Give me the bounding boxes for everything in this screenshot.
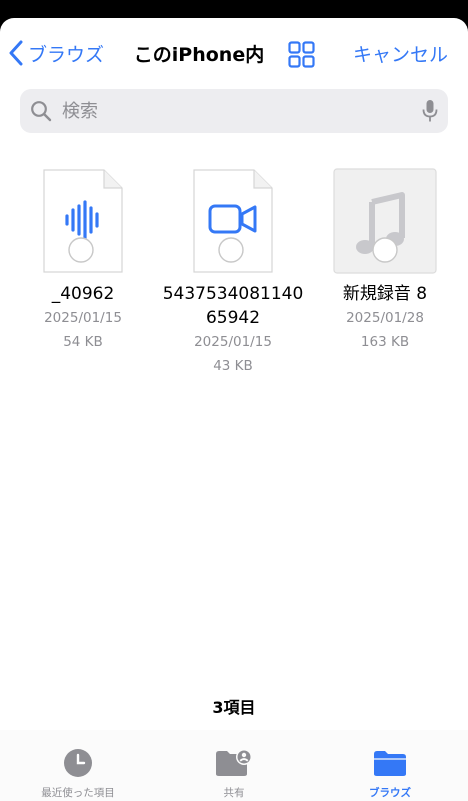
shared-folder-icon (216, 749, 252, 776)
tab-shared[interactable]: 共有 (156, 746, 312, 800)
music-note-icon (333, 168, 437, 274)
search-input[interactable] (60, 99, 422, 123)
file-item[interactable]: _40962 2025/01/15 54 KB (8, 168, 158, 354)
file-thumbnail (333, 168, 437, 274)
video-camera-icon (193, 169, 273, 273)
folder-icon (374, 751, 406, 776)
file-date: 2025/01/15 (44, 310, 122, 326)
tab-recents[interactable]: 最近使った項目 (0, 746, 156, 800)
back-button[interactable]: ブラウズ (8, 38, 104, 68)
grid-icon (288, 41, 315, 68)
document-picker-sheet: ブラウズ このiPhone内 キャンセル 検索 _40962 2025/01/1… (0, 18, 468, 801)
tab-label: 共有 (223, 787, 245, 799)
file-date: 2025/01/15 (194, 334, 272, 350)
cancel-button[interactable]: キャンセル (353, 40, 448, 67)
file-thumbnail (42, 168, 124, 274)
search-bar[interactable] (20, 89, 448, 133)
item-count: 3項目 (212, 698, 256, 717)
tab-label: ブラウズ (369, 787, 411, 799)
microphone-icon[interactable] (422, 99, 438, 123)
file-item[interactable]: 543753408114065942 2025/01/15 43 KB (158, 168, 308, 378)
file-name: _40962 (51, 284, 115, 304)
audio-waveform-icon (43, 169, 123, 273)
file-size: 54 KB (63, 334, 103, 350)
file-date: 2025/01/28 (346, 310, 424, 326)
file-size: 163 KB (360, 334, 410, 350)
file-size: 43 KB (213, 358, 253, 374)
tab-label: 最近使った項目 (41, 787, 115, 799)
grid-view-button[interactable] (288, 41, 315, 68)
file-name: 543753408114065942 (162, 284, 304, 328)
page-title: このiPhone内 (133, 44, 265, 66)
search-icon (31, 101, 52, 122)
navigation-bar: ブラウズ このiPhone内 キャンセル (0, 18, 468, 88)
tab-bar: 最近使った項目 共有 ブラウズ (0, 730, 468, 801)
file-name: 新規録音 8 (342, 284, 428, 304)
clock-icon (64, 749, 92, 777)
file-item[interactable]: 新規録音 8 2025/01/28 163 KB (310, 168, 460, 354)
chevron-left-icon (9, 40, 23, 66)
file-thumbnail (192, 168, 274, 274)
back-button-label: ブラウズ (28, 43, 105, 66)
tab-browse[interactable]: ブラウズ (312, 746, 468, 800)
